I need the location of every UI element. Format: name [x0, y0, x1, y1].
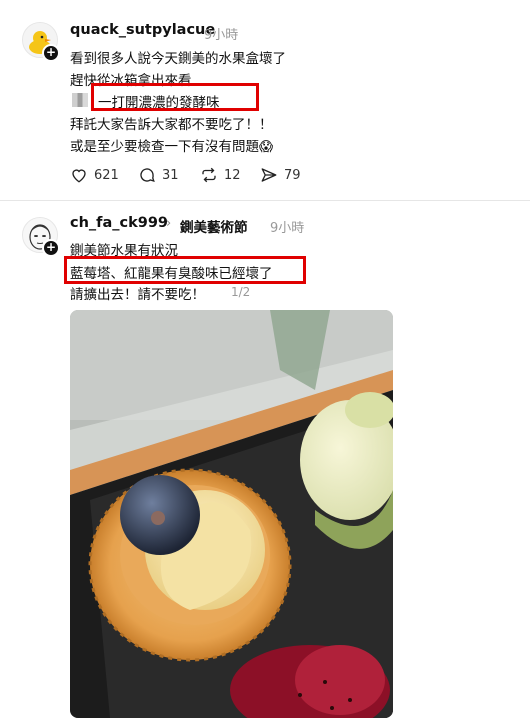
share-button[interactable]: 79 [260, 166, 301, 184]
chevron-right-icon: › [166, 216, 172, 231]
share-icon [261, 168, 277, 182]
follow-plus-icon[interactable]: + [42, 44, 60, 62]
username[interactable]: ch_fa_ck999 [70, 215, 168, 231]
repost-icon [202, 167, 216, 183]
community-link[interactable]: 鍘美藝術節 [180, 216, 248, 236]
post-text-line: 或是至少要檢查一下有沒有問題😱 [70, 139, 274, 155]
post-1: + quack_sutpylacue 9小時 看到很多人說今天鍘美的水果盒壞了 … [0, 0, 530, 200]
share-count: 79 [284, 167, 301, 183]
comment-icon [140, 168, 155, 183]
post-photo[interactable] [70, 310, 393, 718]
comment-count: 31 [162, 167, 179, 183]
heart-icon [72, 169, 86, 183]
follow-plus-icon[interactable]: + [42, 239, 60, 257]
fruit-box-photo [70, 310, 393, 718]
post-time: 9小時 [270, 221, 305, 236]
post-text-line: 請擴出去！請不要吃！ [70, 287, 205, 303]
post-time: 9小時 [204, 28, 239, 43]
like-count: 621 [94, 167, 119, 183]
post-text-line: 看到很多人說今天鍘美的水果盒壞了 [70, 51, 286, 67]
like-button[interactable]: 621 [70, 166, 119, 184]
image-pager: 1/2 [231, 285, 251, 299]
highlight-box [91, 83, 259, 111]
post-text-line: 拜託大家告訴大家都不要吃了！！ [70, 117, 273, 133]
comment-button[interactable]: 31 [138, 166, 179, 184]
blurred-emoji [72, 93, 88, 107]
repost-count: 12 [224, 167, 241, 183]
username[interactable]: quack_sutpylacue [70, 22, 215, 38]
highlight-box [64, 256, 306, 284]
repost-button[interactable]: 12 [200, 166, 241, 184]
